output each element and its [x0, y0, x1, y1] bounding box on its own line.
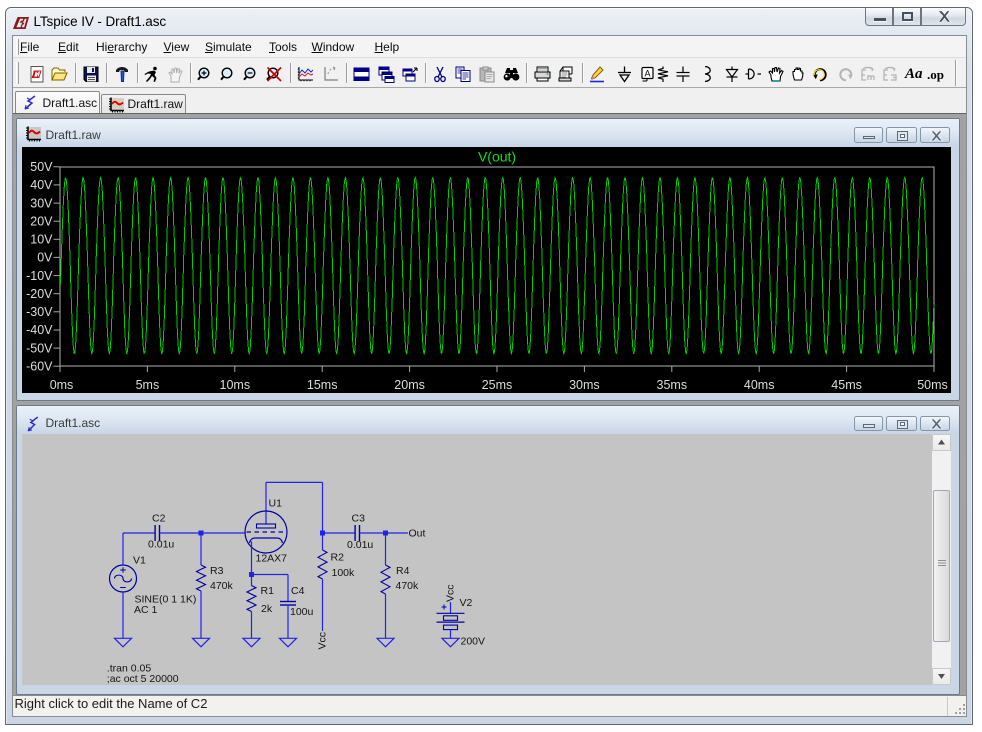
svg-text:-30V: -30V — [26, 305, 53, 319]
svg-text:100k: 100k — [332, 567, 356, 579]
svg-text:;ac oct 5 20000: ;ac oct 5 20000 — [107, 673, 179, 685]
svg-text:40V: 40V — [30, 178, 53, 192]
svg-text:-40V: -40V — [26, 323, 53, 337]
svg-text:-60V: -60V — [26, 359, 53, 373]
svg-text:C4: C4 — [291, 585, 305, 597]
svg-text:C3: C3 — [352, 512, 366, 524]
svg-text:0.01u: 0.01u — [347, 539, 373, 551]
svg-text:50V: 50V — [30, 160, 53, 174]
svg-text:2k: 2k — [261, 603, 273, 615]
svg-text:40ms: 40ms — [744, 378, 775, 392]
svg-text:V2: V2 — [460, 597, 473, 609]
svg-text:R1: R1 — [261, 585, 275, 597]
svg-text:15ms: 15ms — [307, 378, 338, 392]
svg-text:-20V: -20V — [26, 287, 53, 301]
svg-text:0ms: 0ms — [50, 378, 74, 392]
svg-text:12AX7: 12AX7 — [256, 552, 288, 564]
svg-text:R4: R4 — [396, 565, 410, 577]
svg-text:5ms: 5ms — [136, 378, 160, 392]
svg-text:AC 1: AC 1 — [134, 604, 158, 616]
svg-text:C2: C2 — [152, 512, 166, 524]
svg-text:-50V: -50V — [26, 341, 53, 355]
svg-text:200V: 200V — [461, 635, 486, 647]
svg-text:Out: Out — [409, 527, 426, 539]
svg-text:470k: 470k — [210, 580, 234, 592]
svg-text:100u: 100u — [290, 606, 314, 618]
svg-text:R3: R3 — [210, 565, 224, 577]
svg-text:V(out): V(out) — [478, 149, 516, 165]
svg-text:0V: 0V — [37, 251, 53, 265]
svg-text:V1: V1 — [133, 554, 146, 566]
svg-text:Vcc: Vcc — [317, 631, 329, 649]
svg-text:25ms: 25ms — [482, 378, 513, 392]
svg-text:470k: 470k — [396, 580, 420, 592]
svg-text:A: A — [644, 69, 650, 79]
svg-text:30V: 30V — [30, 196, 53, 210]
svg-text:30ms: 30ms — [569, 378, 600, 392]
svg-text:20V: 20V — [30, 214, 53, 228]
svg-text:-10V: -10V — [26, 269, 53, 283]
svg-text:10V: 10V — [30, 233, 53, 247]
svg-text:20ms: 20ms — [394, 378, 425, 392]
svg-text:0.01u: 0.01u — [148, 538, 174, 550]
svg-text:Vcc: Vcc — [445, 584, 457, 602]
svg-text:10ms: 10ms — [220, 378, 251, 392]
svg-text:U1: U1 — [269, 497, 283, 509]
svg-text:50ms: 50ms — [917, 378, 948, 392]
svg-text:R2: R2 — [331, 551, 345, 563]
svg-text:35ms: 35ms — [657, 378, 688, 392]
svg-text:45ms: 45ms — [831, 378, 862, 392]
